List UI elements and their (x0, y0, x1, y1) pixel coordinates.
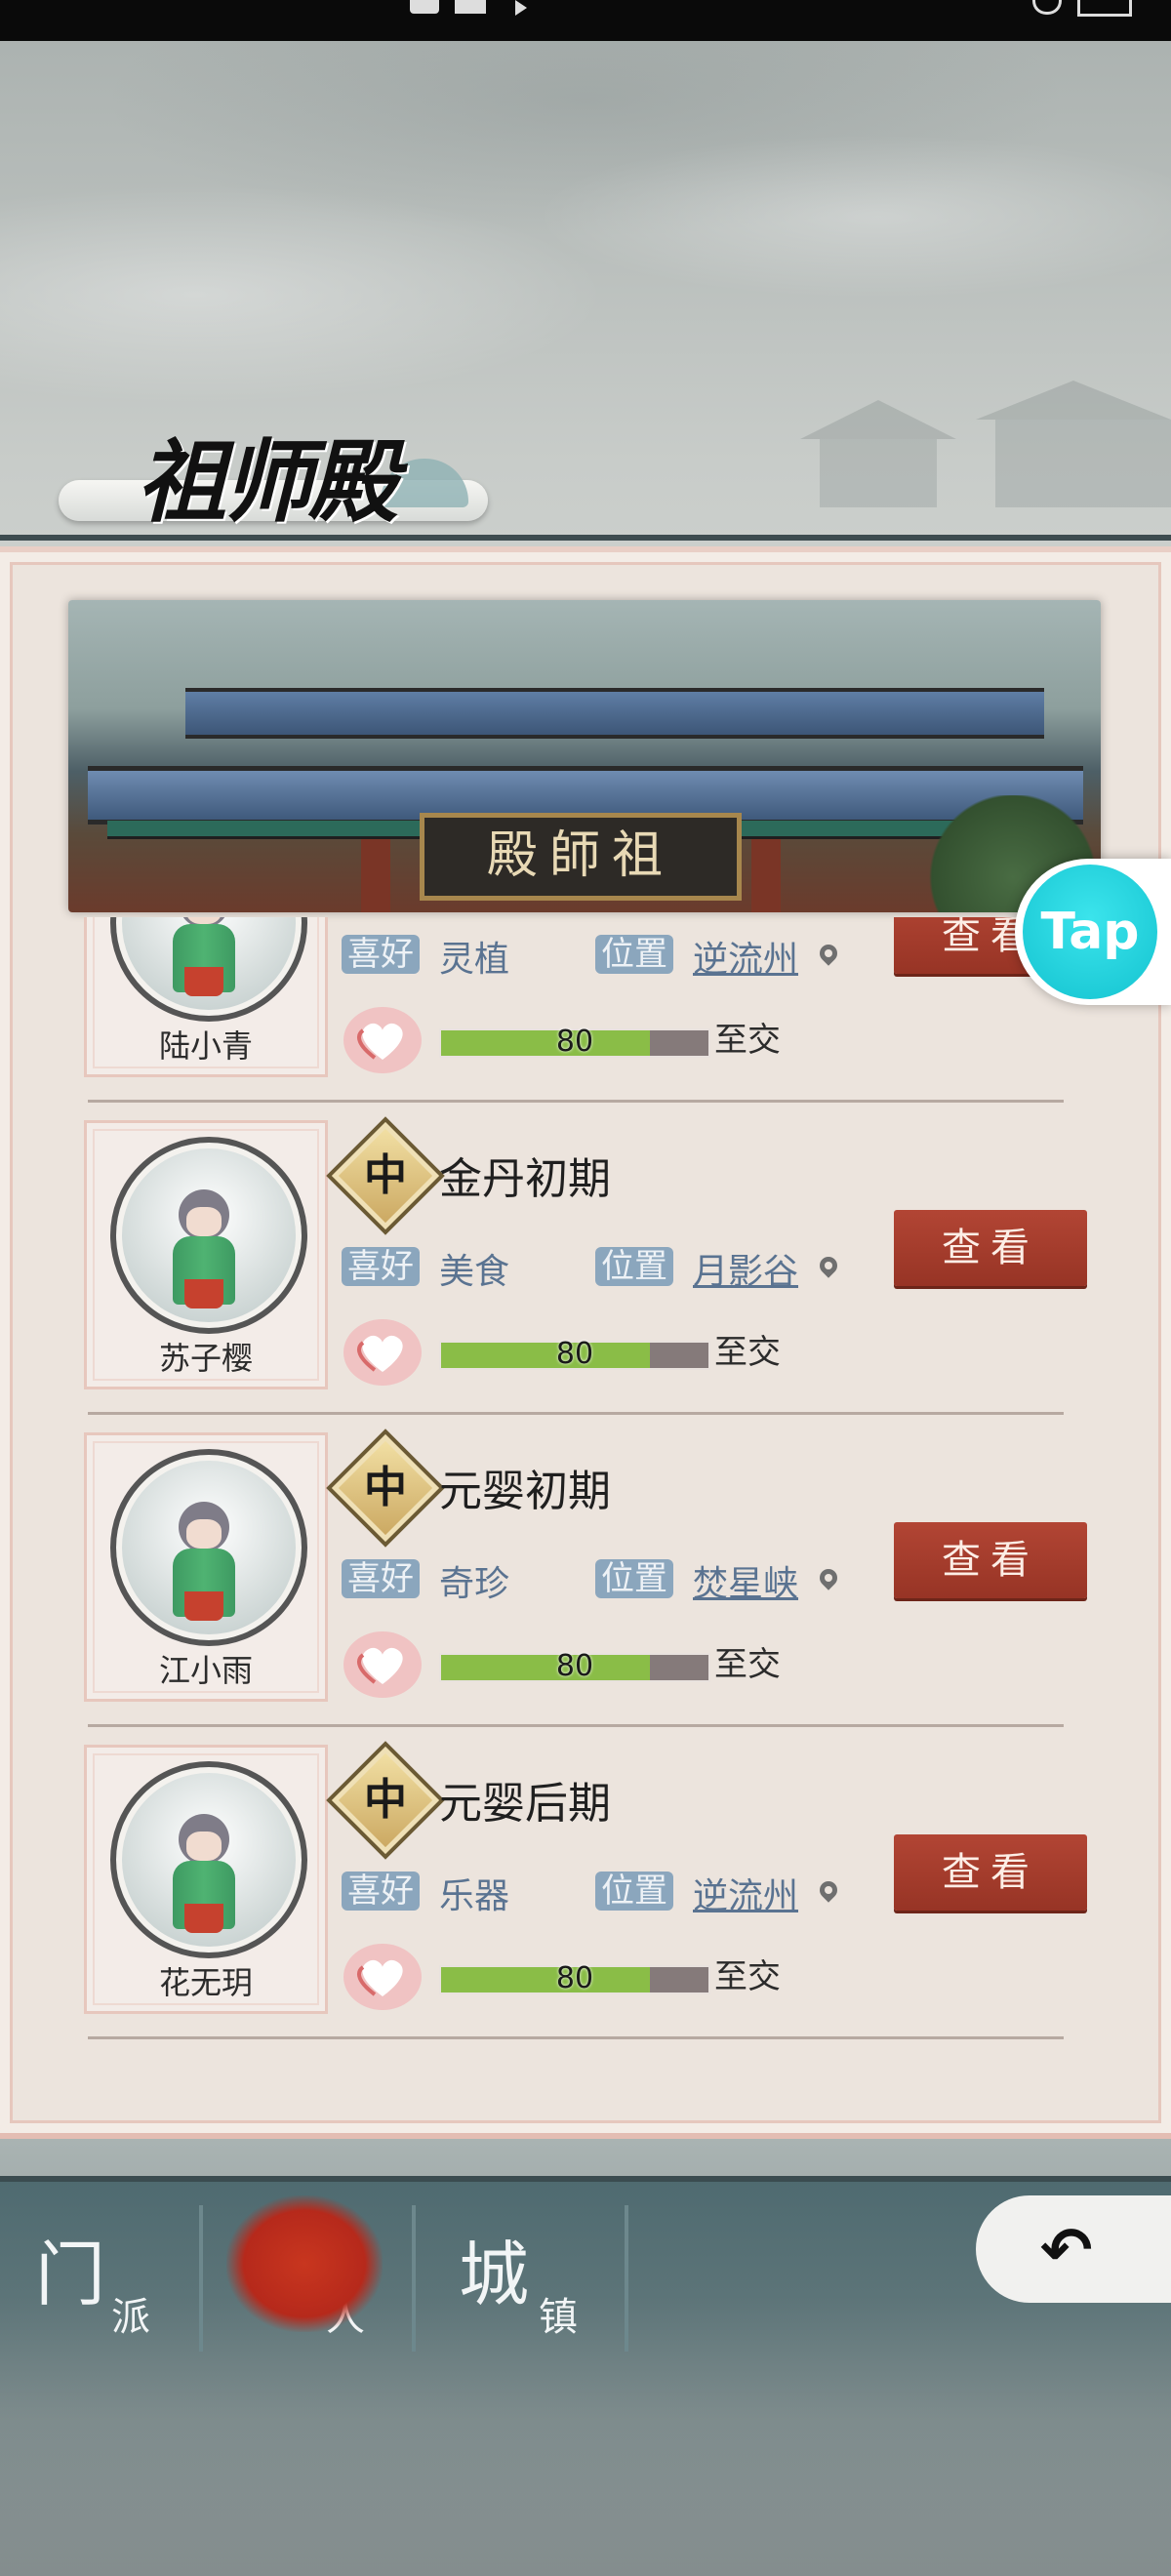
realm-text: 元婴后期 (439, 1779, 611, 1829)
avatar (110, 917, 307, 1022)
status-bar (0, 0, 1171, 41)
nav-active-indicator (226, 2195, 383, 2332)
disciple-name: 陆小青 (158, 1027, 253, 1065)
taptap-float-button[interactable]: Tap (1015, 859, 1171, 1005)
nav-divider (625, 2205, 628, 2352)
hall-plaque: 殿師祖 (420, 813, 742, 901)
nav-item-sect-big: 门 (35, 2234, 106, 2315)
like-tag: 喜好 (342, 1247, 420, 1286)
status-icons-right (1032, 0, 1132, 41)
favor-heart-icon (343, 1944, 422, 2010)
location-icon (515, 0, 527, 16)
favor-heart-icon (343, 1007, 422, 1073)
pillar-right (751, 839, 781, 912)
location-pin-icon (816, 1877, 841, 1903)
position-tag: 位置 (595, 1872, 673, 1911)
realm-badge-char: 中 (364, 1463, 407, 1512)
list-item: 陆小青 喜好 灵植 位置 逆流州 80 至交 查看 (68, 917, 1103, 1103)
portrait-card[interactable]: 江小雨 (84, 1432, 328, 1702)
favor-bar: 80 (439, 1649, 710, 1683)
portrait-card[interactable]: 苏子樱 (84, 1120, 328, 1389)
alarm-icon (1032, 0, 1062, 15)
location-pin-icon (816, 941, 841, 966)
view-button[interactable]: 查看 (894, 1210, 1087, 1286)
favor-bar: 80 (439, 1337, 710, 1371)
favor-value: 80 (555, 1025, 594, 1059)
realm-text: 金丹初期 (439, 1154, 611, 1204)
like-value: 奇珍 (439, 1564, 510, 1604)
location-pin-icon (816, 1253, 841, 1278)
realm-badge-char: 中 (364, 1775, 407, 1825)
signal-icon (455, 0, 500, 14)
favor-value: 80 (555, 1961, 594, 1995)
position-tag: 位置 (595, 1559, 673, 1598)
realm-text: 元婴初期 (439, 1467, 611, 1516)
page-title: 祖师殿 (137, 429, 398, 535)
like-value: 美食 (439, 1252, 510, 1292)
position-link[interactable]: 月影谷 (693, 1243, 798, 1294)
like-tag: 喜好 (342, 1872, 420, 1911)
realm-badge-char: 中 (364, 1150, 407, 1200)
favor-value: 80 (555, 1337, 594, 1371)
background-pavilion (800, 381, 1171, 507)
avatar (110, 1761, 307, 1958)
status-icons-left (410, 0, 527, 41)
list-item: 苏子樱 中 金丹初期 喜好 美食 位置 月影谷 80 至交 查看 (68, 1103, 1103, 1415)
battery-icon (1077, 0, 1132, 17)
like-value: 乐器 (439, 1876, 510, 1916)
list-item: 花无玥 中 元婴后期 喜好 乐器 位置 逆流州 80 至交 查看 (68, 1727, 1103, 2039)
hall-banner-image: 殿師祖 (68, 600, 1101, 912)
row-divider (88, 2036, 1064, 2039)
nav-item-sect[interactable]: 门 派 (35, 2199, 182, 2355)
disciple-name: 苏子樱 (158, 1340, 253, 1377)
list-item: 江小雨 中 元婴初期 喜好 奇珍 位置 焚星峡 80 至交 查看 (68, 1415, 1103, 1727)
view-button[interactable]: 查看 (894, 1522, 1087, 1598)
position-tag: 位置 (595, 1247, 673, 1286)
nav-top-strip (0, 2176, 1171, 2182)
position-link[interactable]: 逆流州 (693, 1868, 798, 1918)
back-arrow-icon: ↶ (1040, 2215, 1093, 2287)
position-link[interactable]: 焚星峡 (693, 1555, 798, 1606)
portrait-card[interactable]: 陆小青 (84, 917, 328, 1077)
view-button[interactable]: 查看 (894, 1834, 1087, 1911)
avatar (110, 1137, 307, 1334)
nav-item-town-small: 镇 (539, 2295, 578, 2340)
disciple-name: 花无玥 (158, 1964, 253, 2001)
nav-item-sect-small: 派 (111, 2295, 150, 2340)
background-mountains (0, 2420, 1171, 2576)
panel-top-line (0, 535, 1171, 541)
favor-value: 80 (555, 1649, 594, 1683)
favor-heart-icon (343, 1319, 422, 1386)
nav-divider (412, 2205, 416, 2352)
like-value: 灵植 (439, 940, 510, 980)
relation-label: 至交 (714, 1333, 781, 1372)
relation-label: 至交 (714, 1021, 781, 1060)
like-tag: 喜好 (342, 935, 420, 974)
disciple-name: 江小雨 (158, 1652, 253, 1689)
upper-roof (185, 688, 1044, 739)
favor-bar: 80 (439, 1025, 710, 1059)
taptap-logo-icon: Tap (1023, 865, 1157, 999)
favor-heart-icon (343, 1631, 422, 1698)
position-link[interactable]: 逆流州 (693, 931, 798, 982)
nav-item-town[interactable]: 城 镇 (459, 2199, 605, 2355)
nav-item-town-big: 城 (459, 2234, 530, 2315)
pillar-left (361, 839, 390, 912)
favor-bar: 80 (439, 1961, 710, 1995)
portrait-card[interactable]: 花无玥 (84, 1745, 328, 2014)
relation-label: 至交 (714, 1645, 781, 1684)
disciple-list[interactable]: 陆小青 喜好 灵植 位置 逆流州 80 至交 查看 苏子樱 中 金丹初期 喜好 … (68, 917, 1103, 2088)
avatar (110, 1449, 307, 1646)
sim-icon (410, 0, 439, 14)
position-tag: 位置 (595, 935, 673, 974)
location-pin-icon (816, 1565, 841, 1590)
like-tag: 喜好 (342, 1559, 420, 1598)
relation-label: 至交 (714, 1957, 781, 1996)
nav-divider (199, 2205, 203, 2352)
